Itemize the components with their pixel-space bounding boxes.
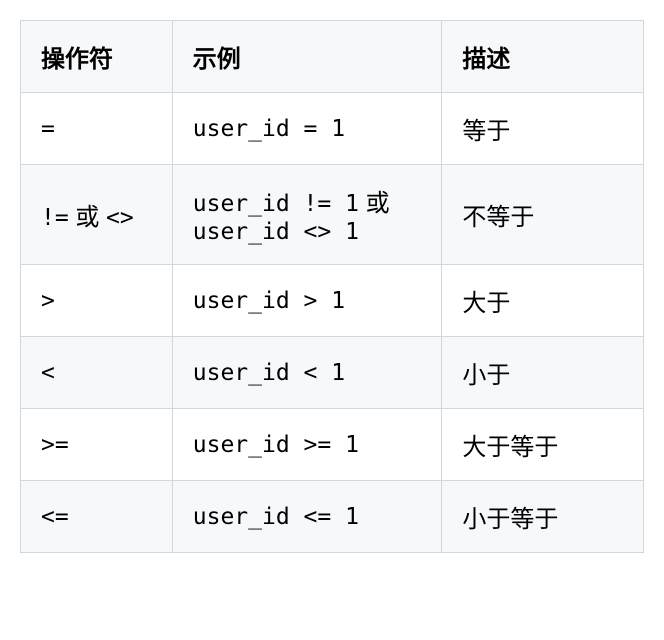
- example-code: user_id <> 1: [193, 219, 359, 245]
- example-code: user_id < 1: [193, 360, 345, 386]
- cell-example: user_id > 1: [172, 265, 442, 337]
- table-header-row: 操作符 示例 描述: [21, 21, 644, 93]
- example-code: user_id >= 1: [193, 432, 359, 458]
- table-row: <= user_id <= 1 小于等于: [21, 481, 644, 553]
- cell-description: 大于等于: [442, 409, 644, 481]
- operator-code: >: [41, 288, 55, 314]
- cell-description: 等于: [442, 93, 644, 165]
- example-separator: 或: [359, 190, 390, 217]
- table-row: > user_id > 1 大于: [21, 265, 644, 337]
- cell-operator: =: [21, 93, 173, 165]
- example-code: user_id = 1: [193, 116, 345, 142]
- header-operator: 操作符: [21, 21, 173, 93]
- operator-code: =: [41, 116, 55, 142]
- cell-example: user_id != 1 或 user_id <> 1: [172, 165, 442, 265]
- cell-example: user_id = 1: [172, 93, 442, 165]
- cell-example: user_id < 1: [172, 337, 442, 409]
- cell-operator: >=: [21, 409, 173, 481]
- table-row: < user_id < 1 小于: [21, 337, 644, 409]
- operator-code: !=: [41, 205, 69, 231]
- example-code: user_id > 1: [193, 288, 345, 314]
- operator-separator: 或: [69, 204, 106, 231]
- operators-table: 操作符 示例 描述 = user_id = 1 等于 != 或 <> user_…: [20, 20, 644, 553]
- cell-operator: >: [21, 265, 173, 337]
- cell-description: 大于: [442, 265, 644, 337]
- cell-operator: != 或 <>: [21, 165, 173, 265]
- table-row: != 或 <> user_id != 1 或 user_id <> 1 不等于: [21, 165, 644, 265]
- cell-operator: <=: [21, 481, 173, 553]
- operator-code: <: [41, 360, 55, 386]
- operator-code: >=: [41, 432, 69, 458]
- table-row: = user_id = 1 等于: [21, 93, 644, 165]
- cell-operator: <: [21, 337, 173, 409]
- cell-description: 小于等于: [442, 481, 644, 553]
- header-description: 描述: [442, 21, 644, 93]
- cell-description: 不等于: [442, 165, 644, 265]
- example-code: user_id <= 1: [193, 504, 359, 530]
- cell-example: user_id >= 1: [172, 409, 442, 481]
- table-row: >= user_id >= 1 大于等于: [21, 409, 644, 481]
- operator-code: <=: [41, 504, 69, 530]
- example-code: user_id != 1: [193, 191, 359, 217]
- operator-code: <>: [106, 205, 134, 231]
- cell-example: user_id <= 1: [172, 481, 442, 553]
- cell-description: 小于: [442, 337, 644, 409]
- header-example: 示例: [172, 21, 442, 93]
